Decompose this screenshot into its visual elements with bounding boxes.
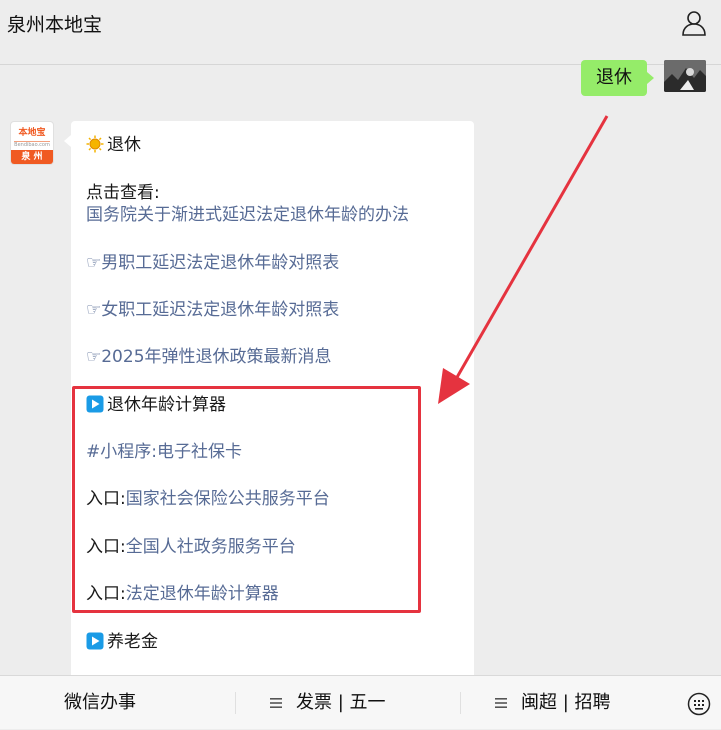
menu-divider [460,692,461,714]
official-account-avatar[interactable]: 本地宝 Bendibao.com 泉 州 [11,122,53,164]
sent-message-bubble[interactable]: 退休 [581,60,654,96]
menu-divider [235,692,236,714]
keyboard-icon[interactable] [687,692,711,716]
avatar-logo-text: 本地宝 [14,125,50,142]
link-state-council-measures[interactable]: 国务院关于渐进式延迟法定退休年龄的办法 [86,204,409,226]
link-female-retirement-table[interactable]: ☞女职工延迟法定退休年龄对照表 [86,299,339,321]
avatar-logo-domain: Bendibao.com [14,142,50,148]
highlight-annotation-box [72,386,421,613]
heading-pension: 养老金 [86,631,158,653]
menu-list-icon [270,698,282,708]
play-icon [86,632,104,650]
link-male-retirement-table[interactable]: ☞男职工延迟法定退休年龄对照表 [86,252,339,274]
top-bar: 泉州本地宝 [0,0,721,65]
menu-wechat-services[interactable]: 微信办事 [64,676,136,730]
chat-title: 泉州本地宝 [7,14,103,36]
avatar-city-label: 泉 州 [11,150,53,164]
sun-icon [86,135,104,153]
link-flexible-retirement-news[interactable]: ☞2025年弹性退休政策最新消息 [86,346,332,368]
menu-invoice-mayday[interactable]: 发票 | 五一 [270,676,386,730]
bottom-menu-bar: 微信办事 发票 | 五一 闽超 | 招聘 [0,675,721,729]
heading-retire: 退休 [86,134,141,156]
person-icon[interactable] [681,10,707,36]
menu-minchao-jobs[interactable]: 闽超 | 招聘 [495,676,611,730]
user-avatar[interactable] [664,60,706,92]
menu-list-icon [495,698,507,708]
click-to-view-label: 点击查看: [86,183,160,203]
